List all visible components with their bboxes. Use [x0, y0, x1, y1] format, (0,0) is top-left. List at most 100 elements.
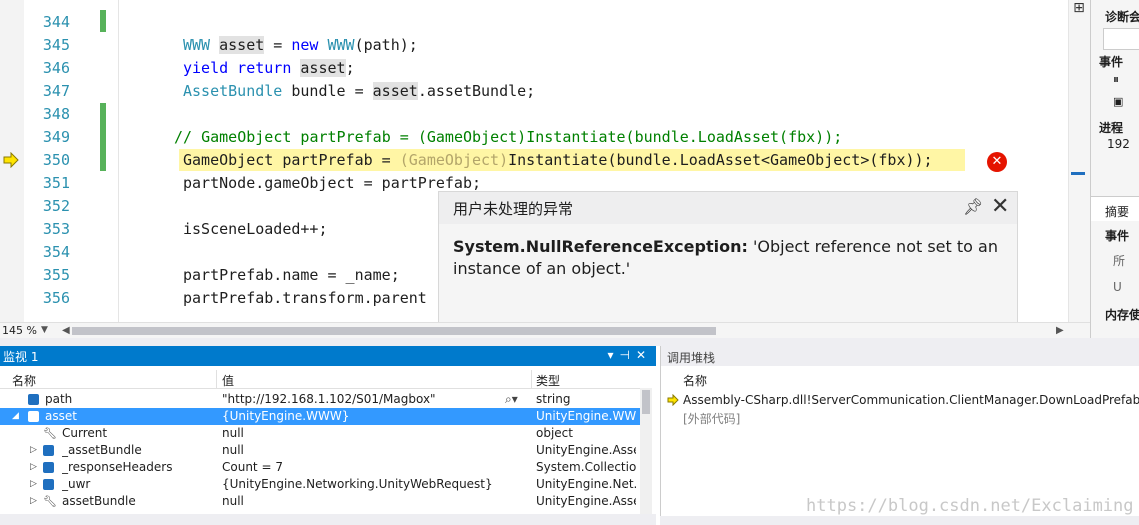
chevron-down-icon[interactable]: ▼	[41, 323, 48, 338]
code-line-347[interactable]: AssetBundle bundle = asset.assetBundle;	[183, 80, 535, 102]
code-line-349[interactable]: // GameObject partPrefab = (GameObject)I…	[174, 126, 842, 148]
row-name: _assetBundle	[62, 443, 142, 457]
expand-icon[interactable]: ▷	[30, 459, 37, 476]
row-type: UnityEngine.Net...	[536, 477, 636, 491]
row-value[interactable]: null	[222, 442, 522, 459]
line-number: 353	[42, 220, 70, 238]
memory-label: 内存使	[1105, 308, 1139, 322]
pin-icon[interactable]: 📌︎	[963, 197, 983, 216]
code-editor[interactable]: 344 345 346 347 348 349 350 351 352 353 …	[0, 0, 1090, 322]
watch-column-headers: 名称 值 类型	[0, 370, 652, 389]
column-type[interactable]: 类型	[536, 372, 560, 389]
split-view-icon[interactable]: ⊞	[1070, 0, 1088, 16]
row-name: assetBundle	[62, 494, 136, 508]
panel-splitter[interactable]	[0, 338, 1139, 346]
line-number: 356	[42, 289, 70, 307]
field-icon	[43, 462, 54, 473]
call-stack-tab-strip[interactable]	[660, 516, 1139, 525]
diag-toolbar	[1103, 28, 1139, 50]
line-number: 354	[42, 243, 70, 261]
process-header: 进程	[1099, 121, 1124, 135]
expand-icon[interactable]: ▷	[30, 442, 37, 459]
close-icon[interactable]: ✕	[991, 194, 1009, 219]
watch-row[interactable]: 🔧︎ Current null object	[0, 425, 652, 442]
watch-title: 监视 1	[3, 350, 39, 364]
code-line-350[interactable]: GameObject partPrefab = (GameObject)Inst…	[183, 149, 933, 171]
code-line-346[interactable]: yield return asset;	[183, 57, 355, 79]
column-value[interactable]: 值	[222, 372, 234, 389]
row-value[interactable]: {UnityEngine.WWW}	[222, 408, 522, 425]
execution-pointer-icon[interactable]	[3, 152, 19, 168]
row-value[interactable]: "http://192.168.1.102/S01/Magbox"	[222, 391, 502, 408]
exception-type: System.NullReferenceException:	[453, 237, 748, 256]
change-marker	[100, 103, 106, 171]
camera-icon[interactable]: ▣	[1113, 95, 1123, 108]
exception-title: 用户未处理的异常	[453, 200, 574, 218]
column-divider[interactable]	[531, 370, 532, 388]
diag-title: 诊断会	[1105, 10, 1139, 24]
row-value[interactable]: {UnityEngine.Networking.UnityWebRequest}	[222, 476, 527, 493]
events-row[interactable]: 所	[1113, 252, 1125, 269]
row-type: object	[536, 426, 573, 440]
stack-frame-external[interactable]: [外部代码]	[683, 410, 740, 427]
scroll-caret-marker	[1071, 172, 1085, 175]
column-divider[interactable]	[216, 370, 217, 388]
code-line-351[interactable]: partNode.gameObject = partPrefab;	[183, 172, 481, 194]
row-value[interactable]: null	[222, 493, 522, 510]
stack-frame[interactable]: Assembly-CSharp.dll!ServerCommunication.…	[683, 393, 1139, 407]
expand-icon[interactable]: ▷	[30, 476, 37, 493]
horizontal-scroll-thumb[interactable]	[72, 327, 716, 335]
line-number: 348	[42, 105, 70, 123]
call-stack-title-bar[interactable]: 调用堆栈	[661, 346, 1139, 366]
code-line-355[interactable]: partPrefab.name = _name;	[183, 264, 400, 286]
row-type: UnityEngine.Asse...	[536, 443, 636, 457]
line-number: 350	[42, 151, 70, 169]
code-line-356[interactable]: partPrefab.transform.parent	[183, 287, 427, 309]
row-value[interactable]: null	[222, 425, 522, 442]
row-name: asset	[45, 409, 77, 423]
zoom-level[interactable]: 145 %	[2, 323, 37, 338]
scroll-left-icon[interactable]: ◀	[62, 323, 70, 338]
watch-row[interactable]: ▷ _responseHeaders Count = 7 System.Coll…	[0, 459, 652, 476]
column-name[interactable]: 名称	[12, 372, 36, 389]
watch-row[interactable]: ◢ asset {UnityEngine.WWW} UnityEngine.WW…	[0, 408, 652, 425]
current-frame-arrow-icon	[667, 394, 679, 406]
watch-row[interactable]: ▷ _assetBundle null UnityEngine.Asse...	[0, 442, 652, 459]
code-line-353[interactable]: isSceneLoaded++;	[183, 218, 328, 240]
column-name[interactable]: 名称	[683, 372, 707, 389]
pause-icon[interactable]: ⏸	[1113, 72, 1119, 87]
window-controls[interactable]: ▾⊣✕	[607, 348, 652, 362]
events-row[interactable]: U	[1113, 280, 1122, 294]
watch-scroll-thumb[interactable]	[642, 390, 650, 414]
search-icon[interactable]: ⌕▾	[505, 391, 518, 408]
watch-row[interactable]: ▷ 🔧︎ assetBundle null UnityEngine.Asse..…	[0, 493, 652, 510]
row-value[interactable]: Count = 7	[222, 459, 522, 476]
exception-header: 用户未处理的异常 📌︎ ✕	[439, 192, 1017, 224]
watch-tab-strip[interactable]	[0, 514, 656, 525]
code-line-345[interactable]: WWW asset = new WWW(path);	[183, 34, 418, 56]
row-type: UnityEngine.Asse...	[536, 494, 636, 508]
expand-icon[interactable]: ▷	[30, 493, 37, 510]
summary-tab[interactable]: 摘要	[1105, 203, 1129, 220]
line-number: 344	[42, 13, 70, 31]
line-number: 346	[42, 59, 70, 77]
watermark-text: https://blog.csdn.net/Exclaiming	[806, 496, 1134, 516]
watch-title-bar[interactable]: 监视 1 ▾⊣✕	[0, 346, 656, 366]
scroll-right-icon[interactable]: ▶	[1056, 323, 1064, 338]
diagnostic-tools-panel: 诊断会 事件 ⏸ ▣ 进程 192 摘要 事件 所 U 内存使	[1090, 0, 1139, 338]
line-number: 349	[42, 128, 70, 146]
wrench-icon: 🔧︎	[43, 427, 57, 440]
field-icon	[43, 479, 54, 490]
process-value: 192	[1107, 137, 1130, 151]
watch-row[interactable]: ▷ _uwr {UnityEngine.Networking.UnityWebR…	[0, 476, 652, 493]
row-type: System.Collectio...	[536, 460, 636, 474]
editor-vertical-scrollbar[interactable]	[1068, 0, 1090, 322]
watch-row[interactable]: path "http://192.168.1.102/S01/Magbox" ⌕…	[0, 391, 652, 408]
error-icon[interactable]: ✕	[987, 152, 1007, 172]
field-icon	[28, 394, 39, 405]
wrench-icon: 🔧︎	[43, 495, 57, 508]
editor-status-row: 145 % ▼ ◀ ▶	[0, 322, 1090, 339]
collapse-icon[interactable]: ◢	[12, 408, 19, 425]
watch-window: 监视 1 ▾⊣✕ 名称 值 类型 path "http://192.168.1.…	[0, 346, 656, 525]
row-type: UnityEngine.WWW	[536, 409, 636, 423]
